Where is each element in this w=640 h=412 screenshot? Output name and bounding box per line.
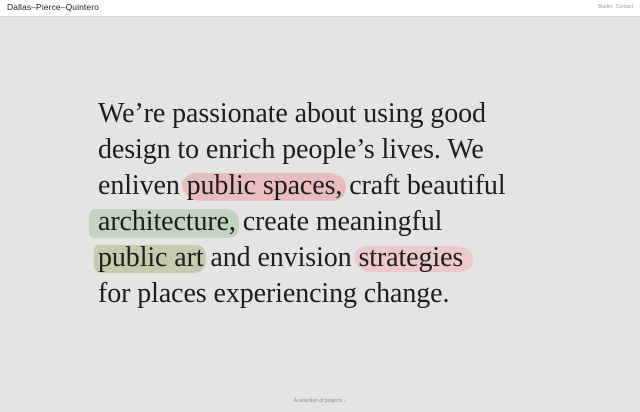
nav-studio-link[interactable]: Studio, [598, 4, 614, 10]
hero-text: create meaningful [235, 206, 443, 237]
site-logo[interactable]: Dallas–Pierce–Quintero [7, 2, 99, 12]
site-header: Dallas–Pierce–Quintero Studio, Contact [0, 0, 640, 17]
hero-line-2: design to enrich people’s lives. We [98, 134, 484, 165]
hero-line-4: architecture, create meaningful [89, 204, 568, 240]
hero-text: craft beautiful [342, 170, 506, 201]
nav-contact-link[interactable]: Contact [616, 4, 633, 10]
hero-line-5: public art and envision strategies [94, 240, 568, 276]
hero-text: enliven [98, 170, 187, 201]
highlight-public-art[interactable]: public art [94, 240, 206, 276]
highlight-public-spaces[interactable]: public spaces, [181, 168, 346, 204]
projects-scroll-link[interactable]: A selection of projects ↓ [0, 398, 640, 404]
hero-line-3: enliven public spaces, craft beautiful [98, 168, 568, 204]
hero-line-6: for places experiencing change. [98, 278, 450, 309]
top-nav: Studio, Contact [598, 4, 633, 10]
hero-statement: We’re passionate about using good design… [89, 96, 568, 312]
hero-line-1: We’re passionate about using good [98, 98, 486, 129]
highlight-strategies[interactable]: strategies [354, 240, 473, 276]
hero-text: and envision [203, 242, 359, 273]
highlight-architecture[interactable]: architecture, [89, 204, 239, 240]
